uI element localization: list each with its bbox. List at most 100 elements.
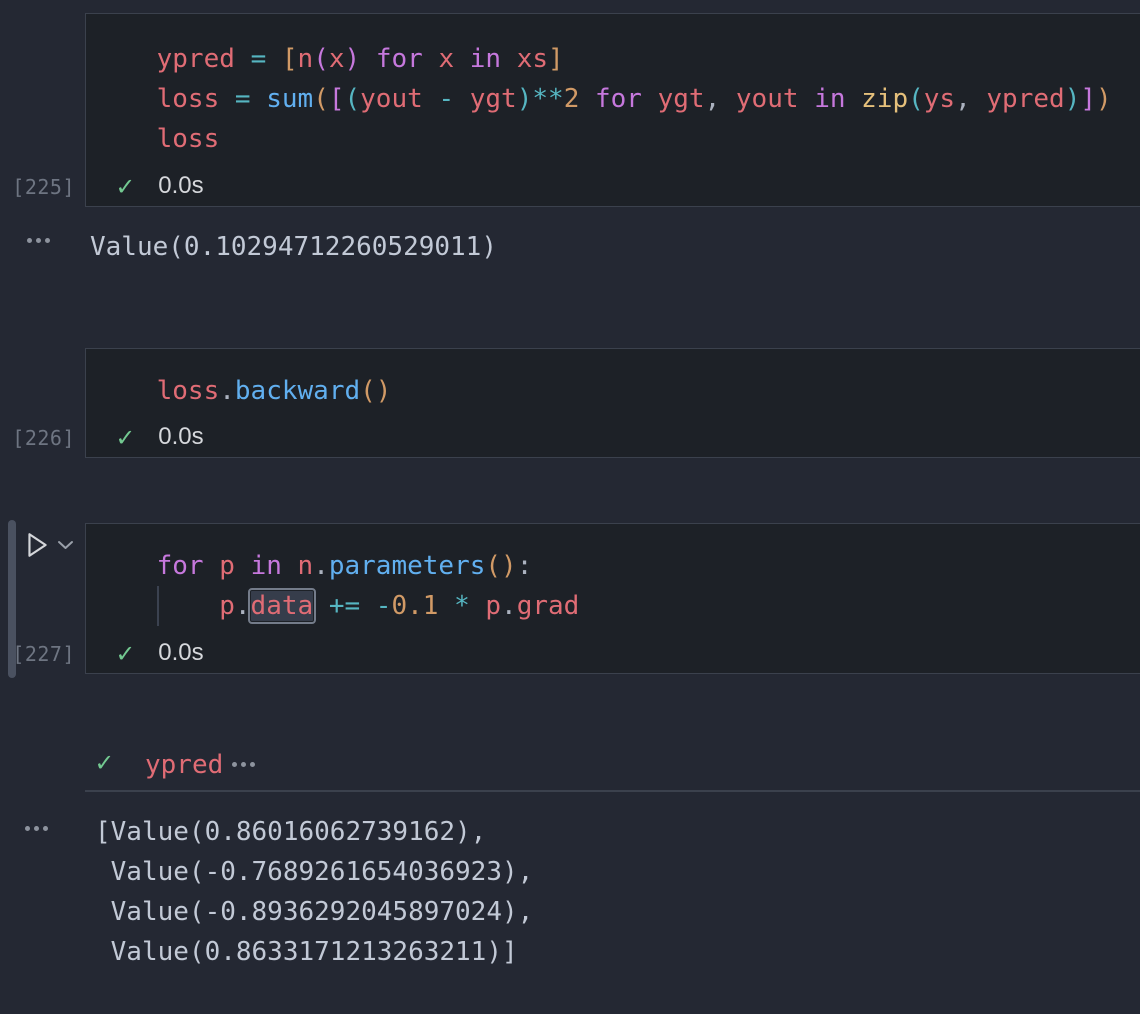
code-token: . xyxy=(313,551,329,581)
code-token: ypred xyxy=(986,84,1064,114)
expand-code-button[interactable] xyxy=(232,762,255,767)
code-token: . xyxy=(501,591,517,621)
code-token: xs xyxy=(517,44,548,74)
code-token xyxy=(423,84,439,114)
code-token: 2 xyxy=(564,84,580,114)
code-editor-3[interactable]: for p in n.parameters(): p.data += -0.1 … xyxy=(86,524,1140,626)
code-token: : xyxy=(517,551,533,581)
code-token: parameters xyxy=(329,551,486,581)
code-token xyxy=(360,44,376,74)
notebook-canvas: ypred = [n(x) for x in xs] loss = sum([(… xyxy=(0,0,1140,1014)
execution-time: 0.0s xyxy=(158,639,203,667)
output-text-1: Value(0.10294712260529011) xyxy=(90,227,497,267)
code-token xyxy=(204,551,220,581)
chevron-down-icon xyxy=(57,538,74,552)
code-token xyxy=(438,591,454,621)
code-token xyxy=(282,551,298,581)
code-token: grad xyxy=(517,591,580,621)
code-token: ( xyxy=(313,44,329,74)
code-token: ) xyxy=(376,376,392,406)
code-token xyxy=(454,44,470,74)
code-token: yout xyxy=(360,84,423,114)
code-token: loss xyxy=(157,124,220,154)
output-options-button[interactable] xyxy=(27,238,50,243)
success-check-icon: ✓ xyxy=(117,424,133,451)
code-token: ) xyxy=(345,44,361,74)
code-token xyxy=(971,84,987,114)
code-editor-1[interactable]: ypred = [n(x) for x in xs] loss = sum([(… xyxy=(86,14,1140,159)
code-token xyxy=(251,84,267,114)
code-token: , xyxy=(705,84,721,114)
code-token xyxy=(235,551,251,581)
execution-time: 0.0s xyxy=(158,172,203,200)
output-line: Value(-0.8936292045897024), xyxy=(95,892,533,932)
code-token: . xyxy=(219,376,235,406)
run-dropdown-button[interactable] xyxy=(57,538,74,552)
code-token xyxy=(501,44,517,74)
output-line: Value(0.10294712260529011) xyxy=(90,227,497,267)
code-token: ] xyxy=(548,44,564,74)
code-token: in xyxy=(470,44,501,74)
code-token xyxy=(94,551,157,581)
code-token: p xyxy=(219,591,235,621)
code-token: sum xyxy=(266,84,313,114)
code-token: ) xyxy=(1065,84,1081,114)
code-token: in xyxy=(251,551,282,581)
code-token: ( xyxy=(908,84,924,114)
code-token: [ xyxy=(282,44,298,74)
code-token: ( xyxy=(345,84,361,114)
code-token: ygt xyxy=(658,84,705,114)
code-line: ypred = [n(x) for x in xs] xyxy=(94,39,1140,79)
output-line: Value(-0.7689261654036923), xyxy=(95,852,533,892)
code-token xyxy=(470,591,486,621)
code-token: for xyxy=(157,551,204,581)
code-line: for p in n.parameters(): xyxy=(94,546,1140,586)
success-check-icon: ✓ xyxy=(96,749,112,776)
code-token: for xyxy=(595,84,642,114)
code-token: backward xyxy=(235,376,360,406)
code-token: ys xyxy=(924,84,955,114)
code-line: loss = sum([(yout - ygt)**2 for ygt, you… xyxy=(94,79,1140,119)
code-token: ) xyxy=(517,84,533,114)
code-token: . xyxy=(235,591,251,621)
code-token: n xyxy=(298,551,314,581)
code-token xyxy=(642,84,658,114)
highlighted-word: data xyxy=(251,591,314,621)
code-token: loss xyxy=(157,376,220,406)
code-cell-2[interactable]: loss.backward() ✓ 0.0s xyxy=(85,348,1140,458)
code-token xyxy=(94,84,157,114)
code-token: - xyxy=(376,591,392,621)
code-token: ] xyxy=(1080,84,1096,114)
code-token: = xyxy=(251,44,267,74)
output-line: Value(0.8633171213263211)] xyxy=(95,932,533,972)
output-options-button[interactable] xyxy=(25,826,48,831)
code-token xyxy=(94,124,157,154)
code-token xyxy=(846,84,862,114)
execution-count-1: [225] xyxy=(0,175,75,199)
success-check-icon: ✓ xyxy=(117,640,133,667)
execution-count-3: [227] xyxy=(0,642,75,666)
code-line: p.data += -0.1 * p.grad xyxy=(94,586,1140,626)
code-token xyxy=(235,44,251,74)
execution-time: 0.0s xyxy=(158,423,203,451)
code-token xyxy=(266,44,282,74)
code-token xyxy=(720,84,736,114)
code-cell-1[interactable]: ypred = [n(x) for x in xs] loss = sum([(… xyxy=(85,13,1140,207)
code-editor-2[interactable]: loss.backward() xyxy=(86,349,1140,411)
code-token: loss xyxy=(157,84,220,114)
collapsed-cell-code[interactable]: ypred xyxy=(145,745,223,785)
code-token xyxy=(799,84,815,114)
code-token: n xyxy=(298,44,314,74)
code-token xyxy=(94,376,157,406)
code-token xyxy=(579,84,595,114)
code-token: * xyxy=(454,591,470,621)
code-token: zip xyxy=(861,84,908,114)
code-token: x xyxy=(329,44,345,74)
code-line: loss xyxy=(94,119,1140,159)
code-token xyxy=(423,44,439,74)
play-icon xyxy=(24,531,50,559)
code-line: loss.backward() xyxy=(94,371,1140,411)
code-cell-3[interactable]: for p in n.parameters(): p.data += -0.1 … xyxy=(85,523,1140,674)
code-token xyxy=(360,591,376,621)
run-cell-button[interactable] xyxy=(24,531,50,559)
